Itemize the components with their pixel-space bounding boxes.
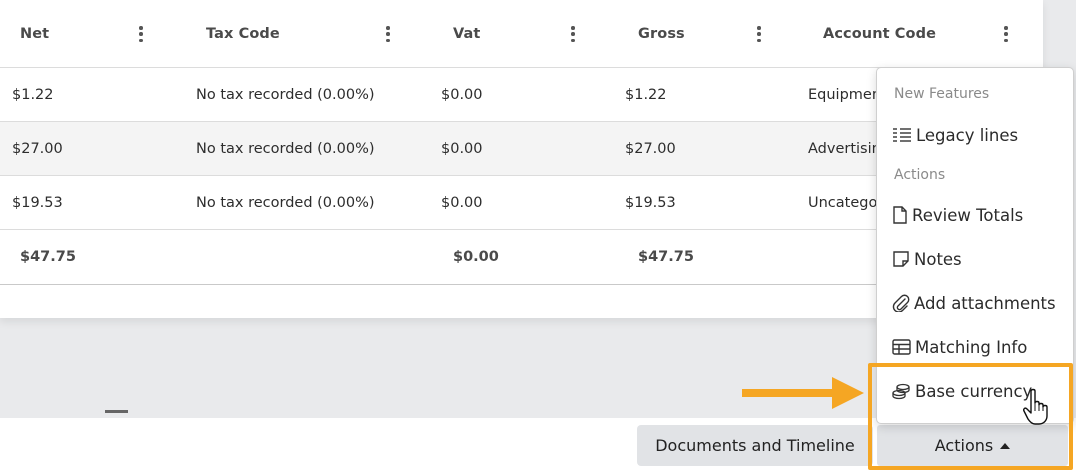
- cell-account-code[interactable]: Advertising: [808, 122, 876, 176]
- total-net: $47.75: [20, 249, 76, 265]
- menu-item-label: Notes: [914, 249, 962, 269]
- cell-account-code[interactable]: Equipment: [808, 68, 876, 122]
- menu-item-label: Review Totals: [912, 205, 1024, 225]
- column-label-vat: Vat: [453, 26, 481, 42]
- list-lines-icon: [893, 128, 911, 142]
- menu-item-label: Matching Info: [915, 337, 1028, 357]
- menu-item-base-currency[interactable]: Base currency: [892, 376, 1032, 406]
- column-header-vat: Vat: [453, 0, 480, 68]
- column-label-account-code: Account Code: [823, 26, 937, 42]
- cell-net: $19.53: [12, 195, 63, 211]
- column-header-tax-code: Tax Code: [206, 0, 280, 68]
- paperclip-icon: [892, 294, 910, 312]
- column-menu-account-code-icon[interactable]: [1004, 26, 1008, 42]
- column-header-gross: Gross: [638, 0, 685, 68]
- cell-net: $1.22: [12, 87, 54, 103]
- column-menu-tax-code-icon[interactable]: [386, 26, 390, 42]
- menu-item-label: Legacy lines: [916, 125, 1019, 145]
- menu-section-new-features: New Features: [894, 86, 990, 102]
- table-icon: [892, 339, 911, 355]
- column-header-net: Net: [20, 0, 49, 68]
- cell-vat: $0.00: [441, 195, 483, 211]
- menu-item-legacy-lines[interactable]: Legacy lines: [892, 120, 1018, 150]
- arrow-right-icon: [742, 377, 864, 409]
- column-menu-vat-icon[interactable]: [571, 26, 575, 42]
- resize-handle[interactable]: [105, 410, 128, 413]
- document-icon: [893, 206, 907, 224]
- table-header: Net Tax Code Vat Gross Account Code: [0, 0, 1043, 68]
- column-label-net: Net: [20, 26, 50, 42]
- actions-dropdown-menu: New Features Legacy lines Actions Review…: [876, 67, 1074, 424]
- cell-gross: $19.53: [625, 195, 676, 211]
- caret-up-icon: [1000, 442, 1011, 449]
- actions-button[interactable]: Actions: [877, 425, 1068, 466]
- column-menu-gross-icon[interactable]: [757, 26, 761, 42]
- cell-gross: $1.22: [625, 87, 667, 103]
- column-label-tax-code: Tax Code: [206, 26, 280, 42]
- menu-item-label: Base currency: [915, 381, 1033, 401]
- total-vat: $0.00: [453, 249, 499, 265]
- cell-net: $27.00: [12, 141, 63, 157]
- column-label-gross: Gross: [638, 26, 685, 42]
- cell-account-code[interactable]: Uncategorized: [808, 176, 876, 230]
- menu-item-review-totals[interactable]: Review Totals: [892, 200, 1023, 230]
- menu-item-label: Add attachments: [914, 293, 1056, 313]
- actions-button-label: Actions: [934, 436, 994, 455]
- note-icon: [893, 251, 909, 267]
- cell-tax-code[interactable]: No tax recorded (0.00%): [196, 176, 375, 230]
- menu-item-add-attachments[interactable]: Add attachments: [892, 288, 1056, 318]
- cell-tax-code[interactable]: No tax recorded (0.00%): [196, 122, 375, 176]
- menu-item-matching-info[interactable]: Matching Info: [892, 332, 1027, 362]
- cell-tax-code[interactable]: No tax recorded (0.00%): [196, 68, 375, 122]
- cell-gross: $27.00: [625, 141, 676, 157]
- total-gross: $47.75: [638, 249, 694, 265]
- column-header-account-code: Account Code: [823, 0, 936, 68]
- cell-vat: $0.00: [441, 87, 483, 103]
- cell-vat: $0.00: [441, 141, 483, 157]
- documents-and-timeline-button[interactable]: Documents and Timeline: [637, 425, 873, 466]
- menu-section-actions: Actions: [894, 167, 946, 183]
- coins-icon: [892, 383, 910, 399]
- menu-item-notes[interactable]: Notes: [892, 244, 962, 274]
- column-menu-net-icon[interactable]: [139, 26, 143, 42]
